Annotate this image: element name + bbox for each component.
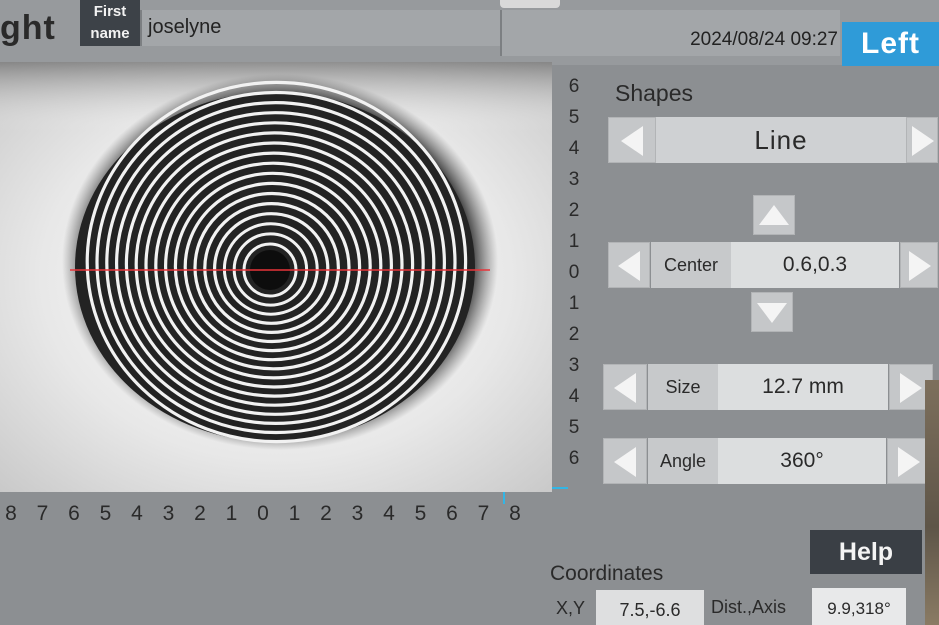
size-control: Size 12.7 mm bbox=[603, 364, 933, 410]
vertical-ruler-marker bbox=[552, 487, 568, 489]
ruler-tick-label: 7 bbox=[36, 502, 49, 525]
center-right-button[interactable] bbox=[900, 242, 938, 288]
patient-name-partial: ght bbox=[0, 9, 56, 47]
horizontal-ruler: 87654321012345678 bbox=[0, 500, 540, 530]
angle-label: Angle bbox=[648, 438, 718, 484]
eye-image-panel[interactable] bbox=[0, 62, 552, 492]
ruler-tick-label: 1 bbox=[568, 231, 580, 252]
chevron-right-icon bbox=[898, 447, 920, 477]
first-name-label: First name bbox=[80, 0, 140, 46]
center-down-button[interactable] bbox=[751, 292, 793, 332]
chevron-right-icon bbox=[912, 126, 934, 156]
ruler-tick-label: 1 bbox=[568, 293, 580, 314]
ruler-tick-label: 2 bbox=[194, 502, 206, 525]
ruler-tick-label: 4 bbox=[383, 502, 395, 525]
placido-ring-eye-icon bbox=[0, 62, 552, 450]
dist-axis-label: Dist.,Axis bbox=[711, 597, 787, 617]
shape-prev-button[interactable] bbox=[608, 117, 656, 163]
ruler-tick-label: 3 bbox=[568, 169, 580, 190]
horizontal-ruler-marker bbox=[503, 492, 505, 504]
chevron-left-icon bbox=[621, 126, 643, 156]
ruler-tick-label: 5 bbox=[414, 502, 427, 525]
first-name-label-text: First name bbox=[90, 3, 130, 42]
ruler-tick-label: 1 bbox=[288, 502, 301, 525]
ruler-tick-label: 6 bbox=[446, 502, 458, 525]
ruler-tick-label: 5 bbox=[568, 107, 580, 128]
ruler-tick-label: 4 bbox=[131, 502, 143, 525]
first-name-field[interactable]: joselyne bbox=[140, 10, 500, 46]
ruler-tick-label: 2 bbox=[568, 324, 580, 345]
vertical-ruler: 6 5 4 3 2 1 0 1 2 3 4 5 6 bbox=[558, 76, 588, 486]
ruler-tick-label: 2 bbox=[320, 502, 332, 525]
shape-next-button[interactable] bbox=[906, 117, 938, 163]
shape-selector: Line bbox=[608, 117, 938, 163]
chevron-left-icon bbox=[614, 373, 636, 403]
ruler-tick-label: 4 bbox=[568, 138, 580, 159]
ruler-tick-label: 3 bbox=[351, 502, 364, 525]
xy-value: 7.5,-6.6 bbox=[596, 590, 704, 625]
eye-side-button[interactable]: Left bbox=[842, 22, 939, 66]
shape-value: Line bbox=[656, 117, 906, 163]
angle-control: Angle 360° bbox=[603, 438, 933, 484]
chevron-left-icon bbox=[614, 447, 636, 477]
chevron-down-icon bbox=[757, 303, 787, 323]
exam-datetime: 2024/08/24 09:27 bbox=[500, 10, 840, 56]
ruler-tick-label: 3 bbox=[162, 502, 175, 525]
chevron-left-icon bbox=[618, 251, 640, 281]
center-up-button[interactable] bbox=[753, 195, 795, 235]
ruler-tick-label: 1 bbox=[225, 502, 238, 525]
center-value: 0.6,0.3 bbox=[731, 242, 899, 288]
header-bar: ght First name joselyne 2024/08/24 09:27 … bbox=[0, 0, 939, 66]
ruler-tick-label: 7 bbox=[477, 502, 490, 525]
chevron-right-icon bbox=[900, 373, 922, 403]
dist-axis-value: 9.9,318° bbox=[812, 588, 906, 625]
center-label: Center bbox=[651, 242, 731, 288]
coordinates-label: Coordinates bbox=[550, 562, 664, 585]
ruler-tick-label: 5 bbox=[568, 417, 580, 438]
ruler-tick-label: 4 bbox=[568, 386, 580, 407]
size-decrease-button[interactable] bbox=[603, 364, 647, 410]
shapes-label: Shapes bbox=[615, 80, 694, 106]
angle-decrease-button[interactable] bbox=[603, 438, 647, 484]
size-value: 12.7 mm bbox=[718, 364, 888, 410]
angle-value: 360° bbox=[718, 438, 886, 484]
ruler-tick-label: 5 bbox=[99, 502, 112, 525]
ruler-tick-label: 6 bbox=[68, 502, 80, 525]
chevron-up-icon bbox=[759, 205, 789, 225]
id-tab-partial bbox=[500, 0, 560, 8]
xy-label: X,Y bbox=[556, 598, 586, 618]
ruler-tick-label: 8 bbox=[5, 502, 17, 525]
help-button[interactable]: Help bbox=[810, 530, 922, 574]
ruler-tick-label: 0 bbox=[568, 262, 580, 283]
ruler-tick-label: 3 bbox=[568, 355, 580, 376]
bezel-edge bbox=[925, 380, 939, 625]
ruler-tick-label: 6 bbox=[568, 76, 580, 97]
chevron-right-icon bbox=[909, 251, 931, 281]
size-label: Size bbox=[648, 364, 718, 410]
center-control: Center 0.6,0.3 bbox=[608, 242, 938, 288]
ruler-tick-label: 8 bbox=[509, 502, 521, 525]
center-left-button[interactable] bbox=[608, 242, 650, 288]
ruler-tick-label: 2 bbox=[568, 200, 580, 221]
ruler-tick-label: 0 bbox=[257, 502, 269, 525]
ruler-tick-label: 6 bbox=[568, 448, 580, 469]
